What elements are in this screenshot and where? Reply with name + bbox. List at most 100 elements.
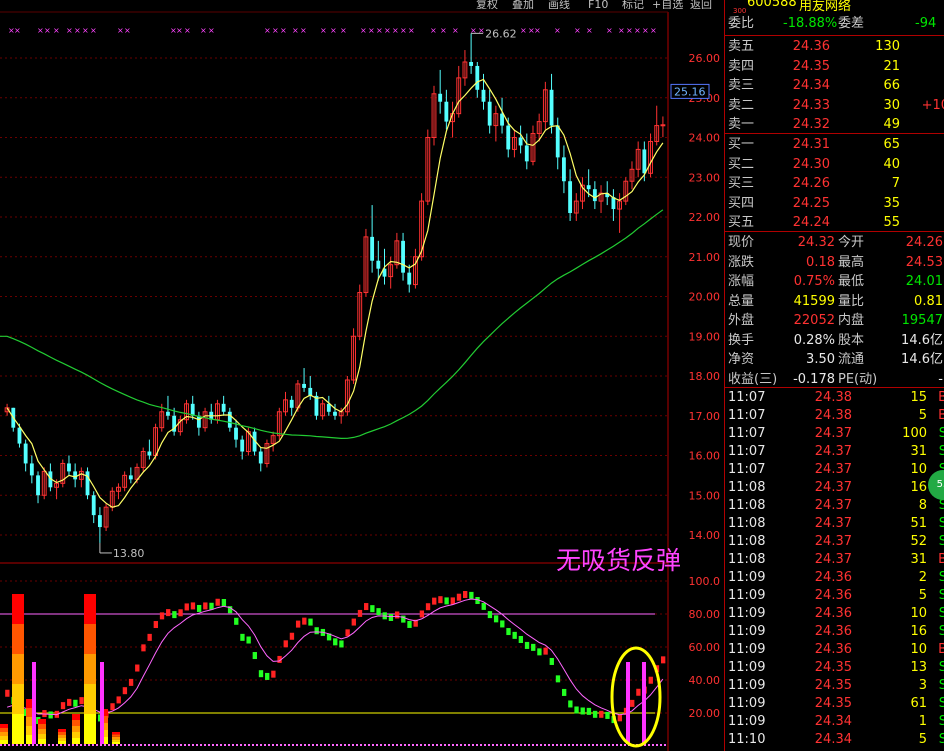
ask-label: 卖一 (728, 117, 755, 132)
indicator-bar (463, 591, 468, 599)
stock-name: 用友网络 (799, 0, 852, 14)
indicator-signal-line (6, 598, 664, 716)
tick-time: 11:09 (728, 660, 766, 675)
accumulation-column (12, 714, 24, 744)
accumulation-column (0, 740, 8, 744)
tick-volume: 5 (918, 408, 927, 423)
signal-mark: × (360, 26, 367, 35)
signal-mark: × (452, 26, 459, 35)
accumulation-column (38, 724, 46, 729)
indicator-bar (407, 620, 412, 628)
tick-direction: S (938, 570, 944, 585)
tick-price: 24.37 (814, 498, 852, 513)
tick-direction: B (938, 642, 944, 657)
tick-direction: B (938, 390, 944, 405)
indicator-bar (574, 706, 579, 714)
bid-label: 买二 (728, 156, 755, 172)
signal-mark: × (384, 26, 391, 35)
candle (635, 141, 641, 178)
bid-volume: 55 (883, 215, 900, 230)
signal-bar (642, 662, 646, 744)
candle (140, 447, 146, 472)
candle (314, 391, 319, 420)
tick-volume: 3 (918, 678, 927, 693)
candle (302, 368, 306, 392)
indicator-bar (493, 615, 499, 623)
indicator-bar (450, 597, 455, 605)
candle (401, 232, 405, 281)
indicator-bar (295, 620, 301, 628)
candle (376, 240, 381, 281)
candle (487, 89, 492, 134)
bid-label: 买五 (728, 215, 755, 230)
tick-time: 11:07 (728, 444, 766, 459)
indicator-bar (537, 648, 542, 656)
indicator-bar (518, 635, 524, 643)
indicator-bar (370, 605, 375, 613)
signal-mark: × (176, 26, 183, 35)
tick-row: 11:07 24.38 5 B (725, 407, 944, 425)
indicator-bar (586, 707, 592, 715)
moving-averages (0, 78, 664, 508)
indicator-bar (166, 609, 171, 617)
candle (221, 395, 226, 416)
signal-mark: × (520, 26, 527, 35)
accumulation-column (84, 624, 96, 654)
price-tick-label: 20.00 (689, 291, 721, 304)
signal-mark: × (330, 26, 337, 35)
ask-row: 卖五 24.36 130 (725, 37, 944, 57)
signal-mark: × (650, 26, 657, 35)
candle (73, 463, 78, 488)
tick-price: 24.38 (814, 390, 852, 405)
price-tick-label: 26.00 (689, 52, 721, 65)
indicator-bar (605, 711, 610, 719)
accumulation-column (112, 741, 120, 744)
candle (456, 65, 462, 118)
candle (258, 447, 263, 472)
signal-mark: × (272, 26, 279, 35)
tick-volume: 31 (910, 552, 927, 567)
signal-mark: × (392, 26, 399, 35)
candle (344, 376, 350, 416)
quote-label: 最高 (838, 254, 865, 270)
indicator-bar (79, 697, 84, 705)
signal-mark: × (44, 26, 51, 35)
indicator-bar (425, 603, 431, 611)
tick-price: 24.37 (814, 462, 852, 477)
bid-volume: 35 (883, 195, 900, 211)
quote-label: 外盘 (728, 313, 755, 328)
signal-mark: × (90, 26, 97, 35)
tick-time: 11:08 (728, 516, 766, 531)
bid-label: 买三 (728, 176, 755, 191)
tick-row: 11:07 24.37 31 S (725, 443, 944, 461)
candle (333, 403, 337, 420)
indicator-bar (283, 640, 288, 648)
price-tick-label: 18.00 (689, 370, 721, 383)
tick-direction: B (938, 408, 944, 423)
kline-chart[interactable]: 26.0025.0024.0023.0022.0021.0020.0019.00… (0, 0, 724, 751)
tick-volume: 2 (918, 570, 927, 585)
high-label: 26.62 (485, 27, 517, 40)
signal-mark: × (642, 26, 649, 35)
indicator-bar (302, 617, 307, 625)
indicator-bar (555, 675, 561, 683)
accumulation-column (58, 729, 66, 732)
ask-row: 卖一 24.32 49 (725, 115, 944, 135)
indicator-bar (599, 710, 604, 718)
indicator-bar (500, 620, 505, 628)
tick-time: 11:09 (728, 678, 766, 693)
indicator-bar (289, 632, 295, 640)
accumulation-column (72, 720, 80, 726)
quote-row: 外盘 22052 内盘 19547 (725, 311, 944, 331)
tick-direction: S (938, 678, 944, 693)
quote-label: 换手 (728, 332, 755, 348)
indicator-bar (147, 633, 152, 641)
signal-mark: × (14, 26, 21, 35)
quote-label: 今开 (838, 235, 865, 250)
tick-row: 11:10 24.34 5 S (725, 731, 944, 749)
tick-time: 11:09 (728, 570, 766, 585)
indicator-bar (376, 608, 381, 616)
candle (444, 89, 449, 130)
accumulation-column (12, 594, 24, 624)
indicator-bar (636, 688, 641, 696)
